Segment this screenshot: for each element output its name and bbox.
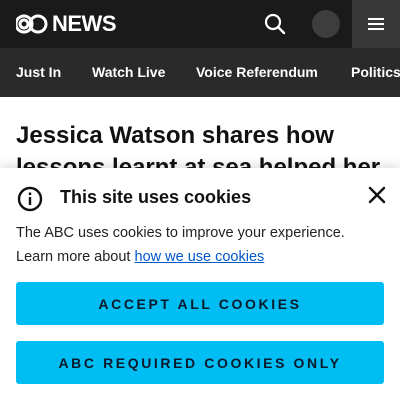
cookie-banner: This site uses cookies The ABC uses cook… [0, 168, 400, 400]
close-icon [368, 186, 386, 204]
abc-logo-icon [16, 14, 48, 34]
cookie-banner-text: The ABC uses cookies to improve your exp… [16, 221, 376, 269]
logo-wordmark: NEWS [52, 11, 117, 36]
search-icon [264, 13, 286, 35]
required-cookies-only-button[interactable]: ABC REQUIRED COOKIES ONLY [16, 341, 384, 384]
top-bar: NEWS [0, 0, 400, 48]
close-button[interactable] [366, 184, 388, 206]
nav-item-voice-referendum[interactable]: Voice Referendum [196, 48, 318, 97]
profile-avatar-button[interactable] [312, 10, 340, 38]
accept-all-cookies-button[interactable]: ACCEPT ALL COOKIES [16, 282, 384, 325]
search-button[interactable] [262, 12, 288, 36]
abc-news-logo[interactable]: NEWS [16, 11, 117, 36]
menu-button[interactable] [352, 0, 400, 48]
section-nav: Just In Watch Live Voice Referendum Poli… [0, 48, 400, 97]
cookie-banner-title: This site uses cookies [60, 187, 252, 207]
nav-item-watch-live[interactable]: Watch Live [92, 48, 165, 97]
info-icon [17, 186, 43, 212]
nav-item-politics[interactable]: Politics [351, 48, 400, 97]
hamburger-menu-icon [368, 18, 384, 30]
nav-item-just-in[interactable]: Just In [16, 48, 61, 97]
cookie-policy-link[interactable]: how we use cookies [135, 249, 265, 265]
